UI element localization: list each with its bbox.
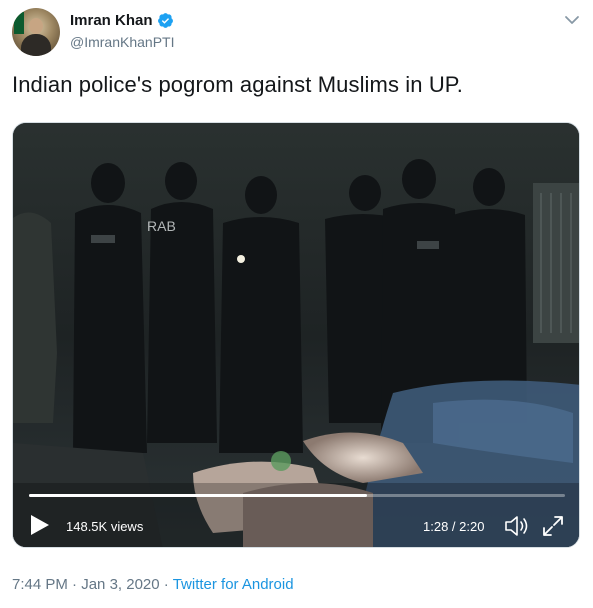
author-handle[interactable]: @ImranKhanPTI (70, 34, 174, 50)
video-time: 1:28 / 2:20 (423, 519, 485, 534)
author-display-name[interactable]: Imran Khan (70, 12, 153, 29)
video-progress-fill (29, 494, 367, 497)
video-player[interactable]: RAB 148.5K views 1:28 / 2:20 (12, 122, 580, 548)
verified-badge-icon (157, 13, 173, 28)
avatar-flag-shape (14, 12, 24, 34)
tweet-date[interactable]: Jan 3, 2020 (81, 576, 159, 593)
avatar[interactable] (12, 8, 60, 56)
volume-icon[interactable] (503, 513, 531, 539)
tweet-source-link[interactable]: Twitter for Android (173, 576, 294, 593)
tweet-time[interactable]: 7:44 PM (12, 576, 68, 593)
view-count: 148.5K views (66, 519, 144, 534)
fullscreen-icon[interactable] (541, 514, 565, 538)
play-icon[interactable] (29, 513, 51, 537)
video-frame: RAB (13, 123, 579, 547)
uniform-label: RAB (147, 218, 176, 234)
meta-separator: · (67, 576, 82, 593)
video-controls: 148.5K views 1:28 / 2:20 (13, 505, 579, 545)
author-name-row: Imran Khan (70, 12, 174, 29)
meta-separator: · (159, 576, 173, 593)
avatar-head-shape (29, 18, 43, 34)
chevron-down-icon[interactable] (562, 10, 582, 30)
tweet-text: Indian police's pogrom against Muslims i… (12, 72, 463, 97)
avatar-body-shape (21, 34, 51, 56)
video-scrubber[interactable] (29, 494, 565, 497)
tweet-meta: 7:44 PM · Jan 3, 2020 · Twitter for Andr… (12, 576, 294, 593)
tweet-card: Imran Khan @ImranKhanPTI Indian police's… (0, 0, 593, 608)
